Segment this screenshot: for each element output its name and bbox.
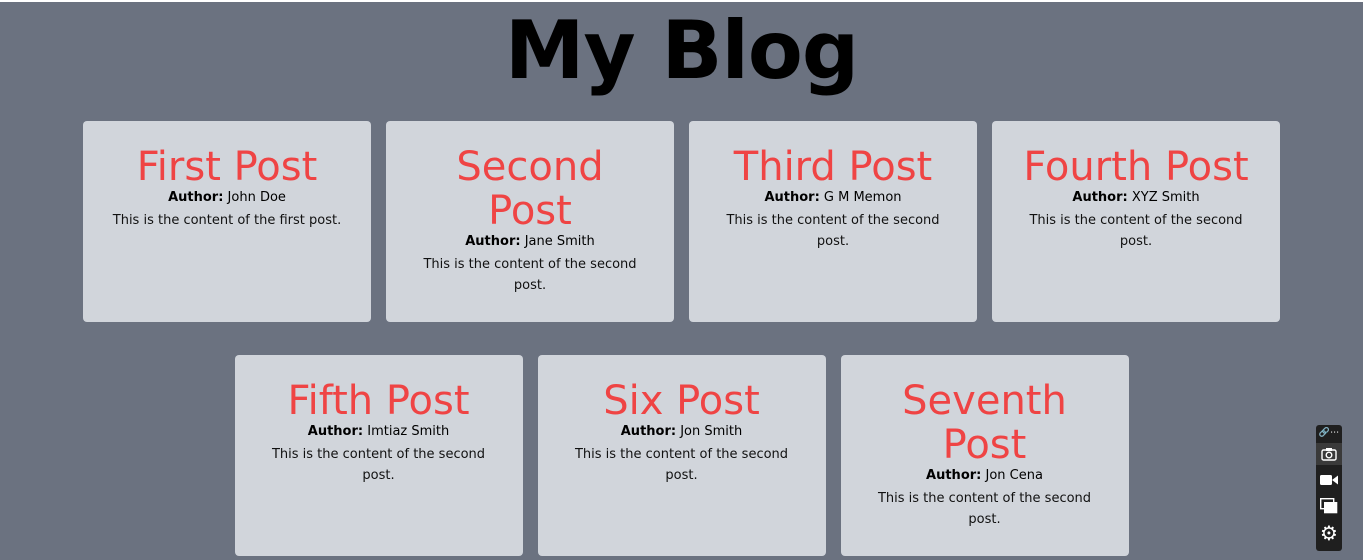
author-name: John Doe [227,190,286,205]
post-author: Author: Jane Smith [414,233,646,251]
post-content: This is the content of the second post. [726,213,940,249]
settings-button[interactable]: ⚙ [1316,522,1342,544]
posts-row-2: Fifth Post Author: Imtiaz Smith This is … [0,355,1363,556]
author-name: XYZ Smith [1131,190,1200,205]
posts-row-1: First Post Author: John Doe This is the … [0,121,1363,322]
post-title: First Post [136,144,318,190]
post-card: Seventh Post Author: Jon Cena This is th… [840,355,1129,556]
post-content: This is the content of the first post. [112,213,342,228]
post-card: Second Post Author: Jane Smith This is t… [386,121,674,322]
post-content: This is the content of the second post. [271,447,486,483]
post-title: Second Post [456,144,604,234]
author-label: Author: [465,234,521,249]
more-icon: ⋯ [1330,428,1340,438]
post-card: Six Post Author: Jon Smith This is the c… [537,355,826,556]
top-border [0,0,1363,2]
window-icon [1319,497,1338,514]
capture-toolbar: 🔗⋯ ⚙ [1316,425,1342,551]
author-name: Jane Smith [524,234,595,249]
post-title: Fourth Post [1023,144,1249,190]
post-author: Author: Jon Cena [869,467,1101,485]
post-card: First Post Author: John Doe This is the … [83,121,371,322]
author-label: Author: [307,424,364,439]
post-card: Fifth Post Author: Imtiaz Smith This is … [234,355,523,556]
window-button[interactable] [1316,495,1342,517]
post-content: This is the content of the second post. [423,257,637,293]
record-button[interactable] [1316,469,1342,491]
post-author: Author: G M Memon [717,189,949,207]
post-content: This is the content of the second post. [1029,213,1243,249]
post-author: Author: Imtiaz Smith [263,423,495,441]
author-label: Author: [1072,190,1128,205]
gear-icon: ⚙ [1320,521,1338,545]
link-icon: 🔗 [1318,428,1331,438]
author-label: Author: [764,190,820,205]
author-name: Jon Smith [680,424,743,439]
screenshot-button[interactable] [1316,443,1342,465]
post-content: This is the content of the second post. [574,447,789,483]
post-content: This is the content of the second post. [877,491,1092,527]
author-label: Author: [620,424,677,439]
post-author: Author: XYZ Smith [1020,189,1252,207]
post-author: Author: John Doe [111,189,343,207]
post-author: Author: Jon Smith [566,423,798,441]
camera-icon [1321,448,1337,461]
video-icon [1320,475,1338,485]
post-card: Fourth Post Author: XYZ Smith This is th… [992,121,1280,322]
author-name: G M Memon [823,190,902,205]
post-card: Third Post Author: G M Memon This is the… [689,121,977,322]
post-title: Seventh Post [902,378,1067,468]
author-label: Author: [926,468,982,483]
author-label: Author: [168,190,224,205]
post-title: Six Post [603,378,760,424]
author-name: Jon Cena [985,468,1043,483]
post-title: Third Post [733,144,933,190]
author-name: Imtiaz Smith [367,424,450,439]
post-title: Fifth Post [287,378,470,424]
link-more-button[interactable]: 🔗⋯ [1316,427,1342,439]
page-title: My Blog [504,4,859,97]
